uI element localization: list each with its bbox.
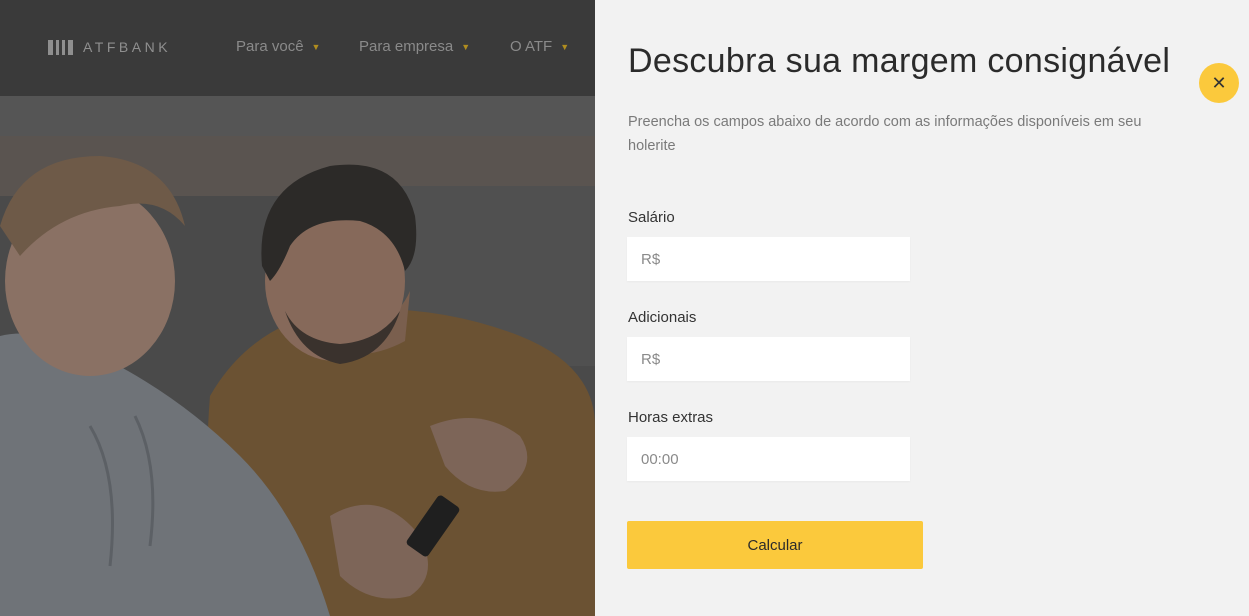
salario-label: Salário — [628, 209, 675, 226]
nav-item-label: Para empresa — [359, 38, 454, 55]
nav-item-para-empresa[interactable]: Para empresa ▼ — [359, 38, 470, 55]
logo-text: ATFBANK — [83, 39, 172, 55]
nav-item-para-voce[interactable]: Para você ▼ — [236, 38, 320, 55]
nav-item-label: Para você — [236, 38, 304, 55]
panel-title: Descubra sua margem consignável — [628, 42, 1171, 80]
caret-down-icon: ▼ — [461, 41, 471, 52]
nav-item-label: O ATF — [510, 38, 553, 55]
hero-photo — [0, 96, 595, 616]
atf-bars-logo-icon — [48, 39, 73, 55]
hero-photo-illustration — [0, 96, 595, 616]
caret-down-icon: ▼ — [560, 41, 570, 52]
caret-down-icon: ▼ — [311, 41, 321, 52]
margin-calculator-panel: Descubra sua margem consignável Preencha… — [595, 0, 1249, 616]
calcular-button[interactable]: Calcular — [627, 521, 923, 569]
horas-extras-label: Horas extras — [628, 409, 714, 426]
close-button[interactable]: ✕ — [1199, 63, 1239, 103]
adicionais-label: Adicionais — [628, 309, 697, 326]
horas-extras-input[interactable] — [627, 437, 910, 481]
top-navbar: ATFBANK Para você ▼ Para empresa ▼ O ATF… — [0, 0, 595, 96]
panel-description: Preencha os campos abaixo de acordo com … — [628, 114, 1142, 154]
adicionais-input[interactable] — [627, 337, 910, 381]
close-icon: ✕ — [1211, 73, 1227, 93]
atf-bank-logo[interactable]: ATFBANK — [48, 39, 171, 55]
nav-item-o-atf[interactable]: O ATF ▼ — [510, 38, 569, 55]
background-page: ATFBANK Para você ▼ Para empresa ▼ O ATF… — [0, 0, 595, 616]
salario-input[interactable] — [627, 237, 910, 281]
